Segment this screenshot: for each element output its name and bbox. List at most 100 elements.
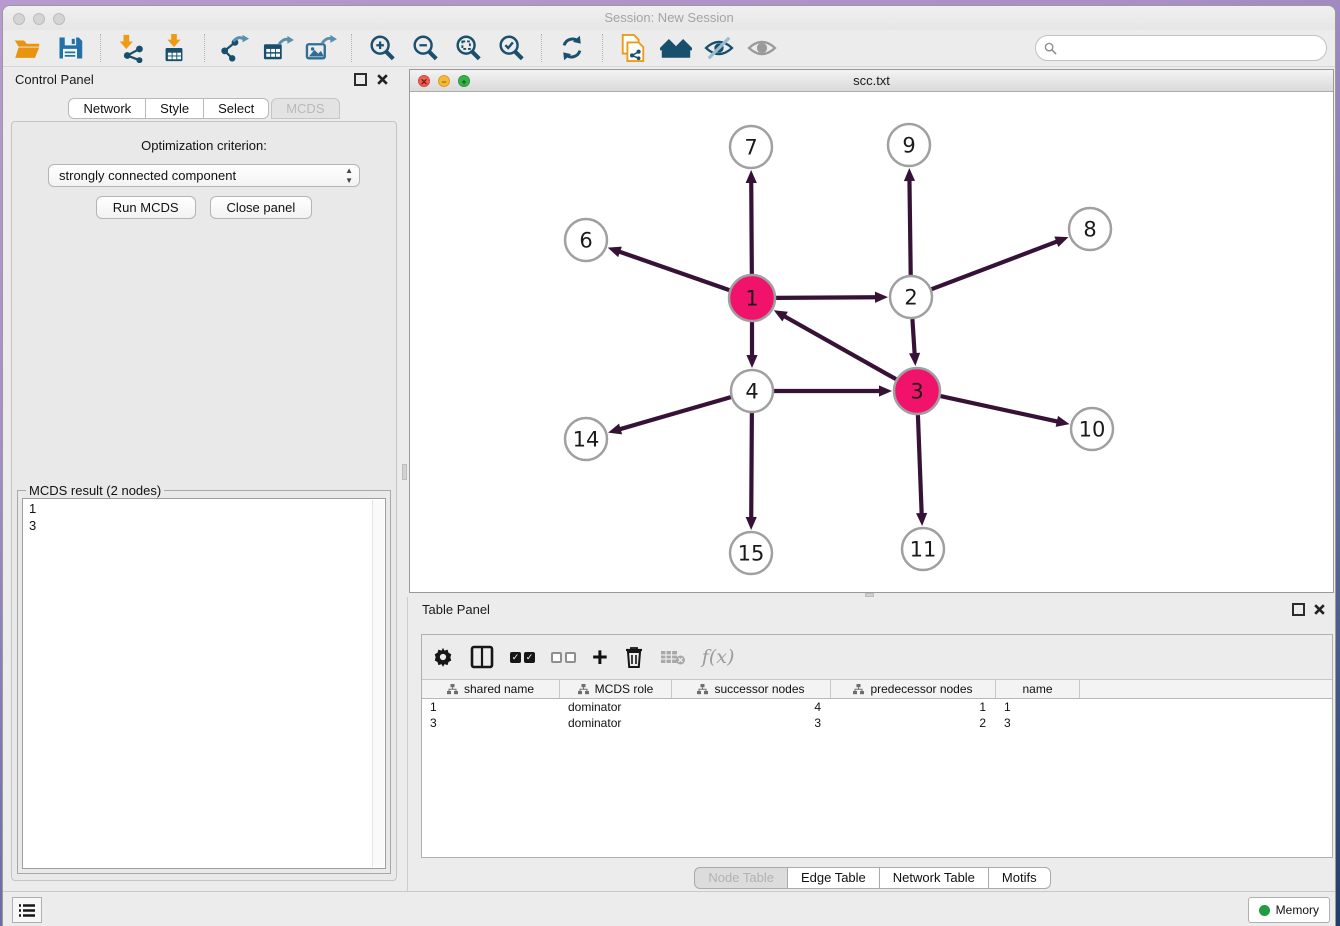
graph-edge-1-2[interactable] [776, 297, 877, 298]
tab-style[interactable]: Style [146, 98, 204, 119]
network-minimize-icon[interactable]: − [438, 75, 450, 87]
zoom-out-icon[interactable] [409, 32, 441, 64]
table-cell[interactable]: 1 [422, 699, 560, 715]
table-settings-icon[interactable] [432, 644, 454, 670]
network-window-titlebar[interactable]: ✕ − + scc.txt [410, 70, 1333, 92]
column-header-shared-name[interactable]: shared name [422, 680, 560, 698]
graph-edge-4-14[interactable] [619, 397, 731, 429]
shared-column-icon [697, 684, 708, 695]
table-cell[interactable]: 4 [672, 699, 831, 715]
window-title: Session: New Session [3, 6, 1335, 30]
hide-selected-icon[interactable] [703, 32, 735, 64]
title-bar: Session: New Session [3, 6, 1335, 30]
graph-edge-3-10[interactable] [940, 396, 1058, 422]
mcds-result-lines: 1 3 [29, 501, 36, 533]
open-session-icon[interactable] [11, 32, 43, 64]
window-zoom-icon[interactable] [53, 13, 65, 25]
table-cell[interactable]: 1 [996, 699, 1080, 715]
select-all-icon[interactable]: ✓✓ [510, 644, 535, 670]
column-header-predecessor-nodes[interactable]: predecessor nodes [831, 680, 996, 698]
toolbar-separator [602, 34, 603, 62]
table-cell[interactable]: 3 [422, 715, 560, 731]
network-graph: 1234678910111415 [410, 92, 1333, 592]
criterion-dropdown[interactable]: strongly connected component ▲▼ [48, 164, 360, 187]
import-network-icon[interactable] [115, 32, 147, 64]
delete-column-icon[interactable] [624, 644, 644, 670]
table-close-icon[interactable] [1313, 603, 1326, 616]
graph-edge-2-8[interactable] [932, 241, 1059, 289]
export-image-icon[interactable] [305, 32, 337, 64]
mcds-result-text[interactable]: 1 3 [22, 498, 386, 869]
search-box[interactable] [1035, 35, 1327, 61]
import-table-icon[interactable] [158, 32, 190, 64]
close-panel-button[interactable]: Close panel [210, 196, 313, 219]
refresh-view-icon[interactable] [556, 32, 588, 64]
graph-edge-1-7[interactable] [751, 181, 752, 274]
network-canvas[interactable]: 1234678910111415 [410, 92, 1333, 592]
tab-node-table[interactable]: Node Table [694, 867, 788, 889]
control-panel-tabs: NetworkStyleSelectMCDS [3, 98, 405, 119]
graph-edge-3-1[interactable] [783, 316, 896, 380]
column-header-MCDS-role[interactable]: MCDS role [560, 680, 672, 698]
table-cell[interactable]: 3 [996, 715, 1080, 731]
graph-edge-4-15[interactable] [751, 413, 752, 519]
zoom-selected-icon[interactable] [495, 32, 527, 64]
vertical-splitter-handle[interactable] [402, 464, 407, 480]
tab-network-table[interactable]: Network Table [880, 867, 989, 889]
network-close-icon[interactable]: ✕ [418, 75, 430, 87]
table-row[interactable]: 1dominator411 [422, 699, 1332, 715]
graph-edge-arrowhead [904, 168, 915, 181]
window-close-icon[interactable] [13, 13, 25, 25]
table-cell[interactable]: 1 [831, 699, 996, 715]
status-bar: Memory [3, 891, 1335, 926]
export-table-icon[interactable] [262, 32, 294, 64]
save-session-icon[interactable] [54, 32, 86, 64]
tab-motifs[interactable]: Motifs [989, 867, 1051, 889]
graph-node-label: 2 [904, 286, 917, 310]
window-minimize-icon[interactable] [33, 13, 45, 25]
run-mcds-button[interactable]: Run MCDS [96, 196, 196, 219]
toolbar-separator [204, 34, 205, 62]
show-all-icon[interactable] [746, 32, 778, 64]
show-columns-icon[interactable] [470, 644, 494, 670]
delete-table-icon [660, 644, 686, 670]
add-column-icon[interactable]: + [592, 644, 608, 670]
memory-button[interactable]: Memory [1248, 897, 1330, 923]
column-header-name[interactable]: name [996, 680, 1080, 698]
shared-column-icon [853, 684, 864, 695]
search-input[interactable] [1062, 41, 1326, 56]
table-row[interactable]: 3dominator323 [422, 715, 1332, 731]
column-header-successor-nodes[interactable]: successor nodes [672, 680, 831, 698]
table-cell[interactable]: 3 [672, 715, 831, 731]
graph-edge-1-6[interactable] [618, 251, 729, 290]
tab-select[interactable]: Select [204, 98, 269, 119]
graph-node-label: 7 [744, 136, 757, 160]
graph-edge-arrowhead [608, 424, 622, 435]
search-icon [1044, 42, 1057, 55]
task-history-button[interactable] [12, 897, 42, 923]
table-cell[interactable]: dominator [560, 715, 672, 731]
tab-mcds[interactable]: MCDS [271, 98, 339, 119]
graph-edge-3-11[interactable] [918, 415, 922, 515]
toolbar-separator [541, 34, 542, 62]
clone-network-icon[interactable] [617, 32, 649, 64]
deselect-all-icon[interactable] [551, 644, 576, 670]
table-panel: Table Panel ✓✓ + [407, 597, 1336, 891]
tab-network[interactable]: Network [68, 98, 146, 119]
close-panel-icon[interactable] [376, 73, 389, 86]
network-maximize-icon[interactable]: + [458, 75, 470, 87]
graph-edge-2-9[interactable] [909, 179, 910, 275]
graph-edge-arrowhead [1054, 237, 1068, 247]
result-scrollbar[interactable] [372, 500, 384, 867]
table-float-icon[interactable] [1292, 603, 1305, 616]
first-neighbors-icon[interactable] [660, 32, 692, 64]
graph-edge-2-3[interactable] [912, 319, 914, 355]
export-network-icon[interactable] [219, 32, 251, 64]
float-panel-icon[interactable] [354, 73, 367, 86]
table-cell[interactable]: 2 [831, 715, 996, 731]
table-cell[interactable]: dominator [560, 699, 672, 715]
zoom-in-icon[interactable] [366, 32, 398, 64]
tab-edge-table[interactable]: Edge Table [788, 867, 880, 889]
zoom-fit-icon[interactable] [452, 32, 484, 64]
table-tabs: Node TableEdge TableNetwork TableMotifs [408, 867, 1336, 889]
